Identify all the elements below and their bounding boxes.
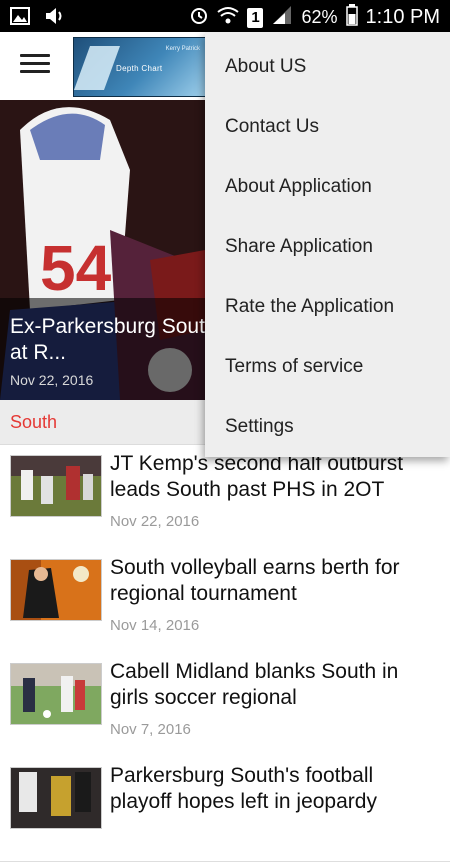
article-date: Nov 7, 2016 bbox=[110, 721, 191, 738]
featured-date: Nov 22, 2016 bbox=[10, 372, 94, 388]
article-title: Parkersburg South's football playoff hop… bbox=[110, 764, 377, 813]
logo-label: Depth Chart bbox=[116, 64, 163, 73]
status-bar: 1 62% 1:10 PM bbox=[0, 0, 450, 32]
article-row[interactable]: Cabell Midland blanks South in girls soc… bbox=[0, 653, 450, 758]
article-thumbnail bbox=[10, 767, 102, 829]
article-thumbnail bbox=[10, 455, 102, 517]
menu-item-about-application[interactable]: About Application bbox=[225, 176, 372, 198]
menu-item-terms-of-service[interactable]: Terms of service bbox=[225, 356, 363, 378]
clock: 1:10 PM bbox=[365, 6, 440, 28]
status-right: 1 62% 1:10 PM bbox=[189, 4, 440, 31]
volume-icon bbox=[44, 6, 66, 31]
article-title: JT Kemp's second half outburst leads Sou… bbox=[110, 452, 404, 501]
signal-icon bbox=[271, 5, 293, 30]
article-row[interactable]: South volleyball earns berth for regiona… bbox=[0, 549, 450, 654]
section-label: South bbox=[10, 412, 58, 432]
menu-item-share-application[interactable]: Share Application bbox=[225, 236, 373, 258]
svg-text:54: 54 bbox=[40, 232, 112, 304]
article-title: South volleyball earns berth for regiona… bbox=[110, 556, 400, 605]
article-row[interactable]: Parkersburg South's football playoff hop… bbox=[0, 757, 450, 862]
app-logo[interactable]: Kerry Patrick Depth Chart bbox=[73, 37, 207, 97]
sim-slot-icon: 1 bbox=[247, 7, 264, 28]
menu-item-about-us[interactable]: About US bbox=[225, 56, 306, 78]
menu-item-settings[interactable]: Settings bbox=[225, 416, 294, 438]
article-thumbnail bbox=[10, 663, 102, 725]
battery-icon bbox=[345, 4, 358, 31]
alarm-icon bbox=[189, 5, 209, 30]
menu-item-rate-application[interactable]: Rate the Application bbox=[225, 296, 394, 318]
battery-percent: 62% bbox=[301, 7, 338, 27]
image-icon bbox=[10, 7, 30, 30]
status-left-icons bbox=[10, 6, 66, 31]
logo-name: Kerry Patrick bbox=[165, 46, 200, 52]
article-date: Nov 22, 2016 bbox=[110, 513, 200, 530]
menu-item-contact-us[interactable]: Contact Us bbox=[225, 116, 319, 138]
article-thumbnail bbox=[10, 559, 102, 621]
wifi-icon bbox=[217, 6, 240, 29]
article-row[interactable]: JT Kemp's second half outburst leads Sou… bbox=[0, 445, 450, 550]
menu-icon[interactable] bbox=[20, 54, 50, 78]
article-date: Nov 14, 2016 bbox=[110, 617, 200, 634]
article-title: Cabell Midland blanks South in girls soc… bbox=[110, 660, 399, 709]
logo-graphic bbox=[74, 46, 121, 90]
overflow-menu: About US Contact Us About Application Sh… bbox=[205, 32, 450, 457]
